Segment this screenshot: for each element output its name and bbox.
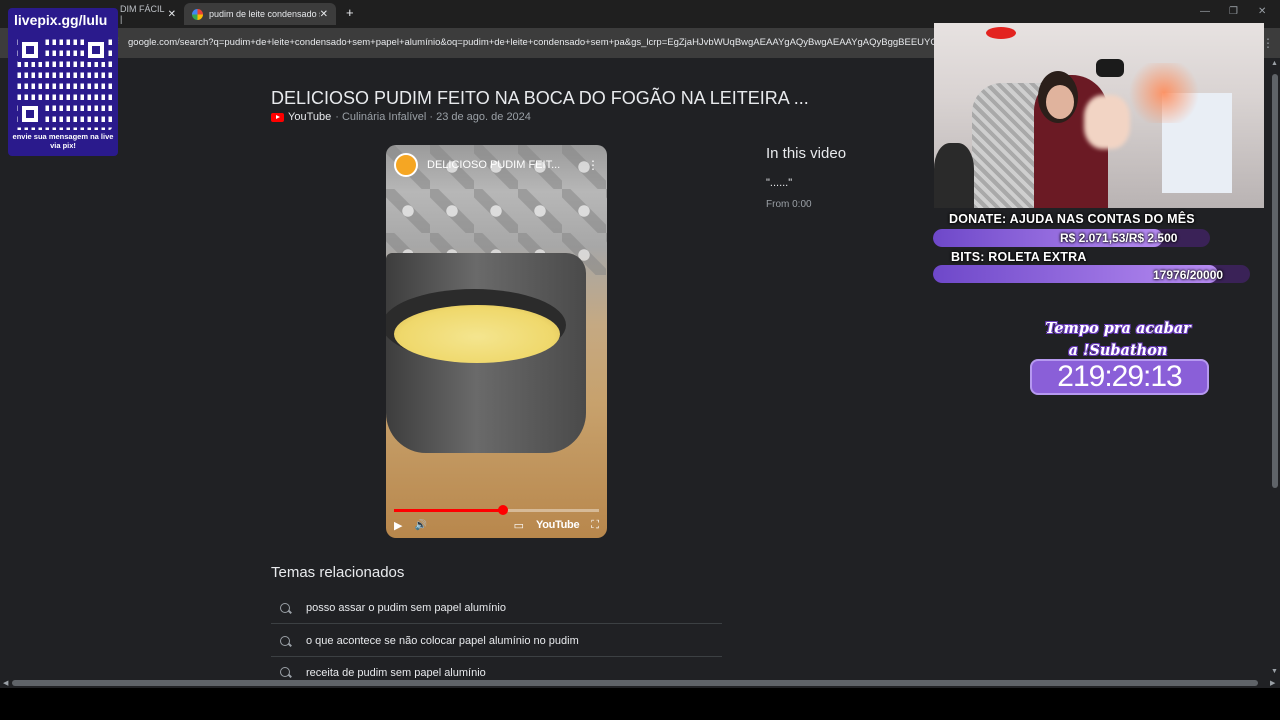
tab-label: DIM FÁCIL | <box>120 4 165 24</box>
in-this-video-heading: In this video <box>766 145 847 162</box>
video-progress-bar[interactable] <box>394 509 599 512</box>
window-close-button[interactable]: ✕ <box>1258 6 1266 17</box>
url-field[interactable]: google.com/search?q=pudim+de+leite+conde… <box>128 37 934 48</box>
video-controls: ▶ 🔊 ▭ YouTube ⛶ <box>394 517 599 533</box>
subathon-timer-label: Tempo pra acabar a !Subathon <box>1030 318 1206 362</box>
cam-streamer-face <box>1046 85 1074 119</box>
result-source[interactable]: YouTube <box>288 111 331 123</box>
scroll-left-arrow-icon[interactable]: ◀ <box>3 679 8 687</box>
qr-finder-icon <box>84 38 108 62</box>
more-options-icon[interactable]: ⋮ <box>587 158 599 172</box>
cam-lamp <box>986 27 1016 39</box>
related-topic-label: receita de pudim sem papel alumínio <box>306 667 486 678</box>
search-icon <box>280 602 290 613</box>
scroll-down-arrow-icon[interactable]: ▼ <box>1271 668 1278 675</box>
qr-finder-icon <box>18 102 42 126</box>
related-topic-label: posso assar o pudim sem papel alumínio <box>306 601 506 614</box>
youtube-logo[interactable]: YouTube <box>536 519 580 531</box>
youtube-icon <box>271 112 284 122</box>
close-tab-icon[interactable]: ✕ <box>320 9 328 20</box>
google-favicon-icon <box>192 8 203 20</box>
cam-streamer-hand <box>1084 95 1130 149</box>
livepix-caption: envie sua mensagem na live via pix! <box>12 132 114 150</box>
in-this-video-timestamp[interactable]: From 0:00 <box>766 199 812 210</box>
related-topic-item[interactable]: o que acontece se não colocar papel alum… <box>271 625 722 657</box>
result-meta-text: · Culinária Infalível · 23 de ago. de 20… <box>335 111 531 123</box>
cam-light-glow <box>1124 63 1204 123</box>
scroll-right-arrow-icon[interactable]: ▶ <box>1270 679 1275 687</box>
related-topic-item[interactable]: receita de pudim sem papel alumínio <box>271 658 722 678</box>
timer-label-line: Tempo pra acabar <box>1045 320 1191 337</box>
play-icon[interactable]: ▶ <box>394 519 402 532</box>
scroll-up-arrow-icon[interactable]: ▲ <box>1271 60 1278 67</box>
donate-goal-text: R$ 2.071,53/R$ 2.500 <box>1060 231 1178 245</box>
volume-icon[interactable]: 🔊 <box>414 520 426 531</box>
search-icon <box>280 635 290 646</box>
video-pudding <box>394 305 560 363</box>
related-topic-label: o que acontece se não colocar papel alum… <box>306 634 579 647</box>
tab-previous[interactable]: DIM FÁCIL | ✕ <box>112 3 184 25</box>
cam-plush <box>934 143 974 208</box>
restore-button[interactable]: ❐ <box>1229 6 1238 17</box>
result-meta: YouTube · Culinária Infalível · 23 de ag… <box>271 111 531 123</box>
related-topics-heading: Temas relacionados <box>271 564 405 581</box>
subathon-timer-value: 219:29:13 <box>1057 360 1182 393</box>
qr-code <box>14 34 112 130</box>
cam-telephone <box>1096 59 1124 77</box>
channel-avatar[interactable] <box>394 153 418 177</box>
horizontal-scroll-thumb[interactable] <box>12 680 1258 686</box>
video-progress-fill <box>394 509 503 512</box>
bottom-bar <box>0 688 1280 720</box>
result-title-link[interactable]: DELICIOSO PUDIM FEITO NA BOCA DO FOGÃO N… <box>271 88 809 109</box>
minimize-button[interactable]: — <box>1200 6 1210 17</box>
fullscreen-icon[interactable]: ⛶ <box>591 519 599 532</box>
vertical-scroll-thumb[interactable] <box>1272 74 1278 488</box>
bits-goal-title: BITS: ROLETA EXTRA <box>951 250 1087 264</box>
close-tab-icon[interactable]: ✕ <box>168 9 176 20</box>
bits-goal-text: 17976/20000 <box>1153 268 1224 282</box>
captions-icon[interactable]: ▭ <box>514 519 524 532</box>
tab-active[interactable]: pudim de leite condensado sem ✕ <box>184 3 336 25</box>
webcam-feed <box>934 23 1264 208</box>
video-scrubber-handle[interactable] <box>497 505 508 515</box>
qr-finder-icon <box>18 38 42 62</box>
video-header: DELICIOSO PUDIM FEIT... ⋮ <box>394 153 599 177</box>
in-this-video-quote[interactable]: "......" <box>766 177 792 189</box>
related-topic-item[interactable]: posso assar o pudim sem papel alumínio <box>271 592 722 624</box>
new-tab-button[interactable]: + <box>346 5 354 20</box>
video-title[interactable]: DELICIOSO PUDIM FEIT... <box>427 159 560 171</box>
search-icon <box>280 667 290 677</box>
video-player[interactable]: DELICIOSO PUDIM FEIT... ⋮ ▶ 🔊 ▭ YouTube … <box>386 145 607 538</box>
livepix-url: livepix.gg/lulu <box>14 12 108 28</box>
tab-label: pudim de leite condensado sem <box>209 9 320 19</box>
donate-goal-title: DONATE: AJUDA NAS CONTAS DO MÊS <box>949 212 1195 226</box>
